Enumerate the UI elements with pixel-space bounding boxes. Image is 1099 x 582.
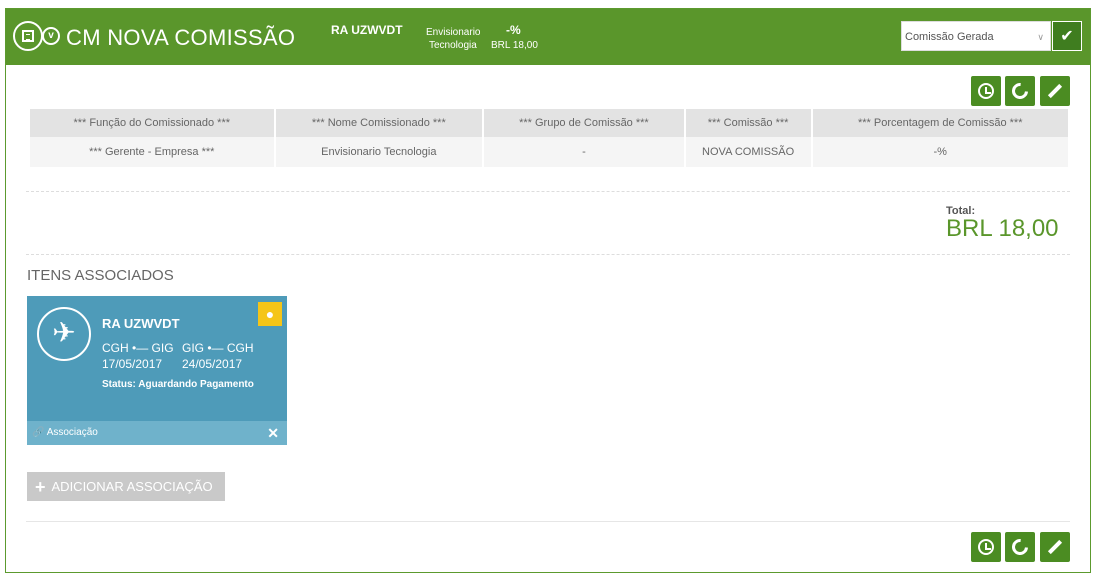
- table-cell: NOVA COMISSÃO: [685, 137, 811, 167]
- airplane-icon: ✈: [37, 307, 91, 361]
- close-icon[interactable]: ✕: [267, 421, 279, 445]
- outbound-date: 17/05/2017: [102, 357, 163, 371]
- commission-table: *** Função do Comissionado *** *** Nome …: [28, 109, 1070, 167]
- table-cell: -%: [812, 137, 1068, 167]
- refresh-icon: [1008, 535, 1032, 559]
- table-cell: *** Gerente - Empresa ***: [30, 137, 274, 167]
- refresh-icon: [1008, 79, 1032, 103]
- association-footer: 🔗 Associação ✕: [27, 421, 287, 445]
- edit-button[interactable]: [1040, 532, 1070, 562]
- add-association-button[interactable]: + ADICIONAR ASSOCIAÇÃO: [27, 472, 225, 501]
- table-row[interactable]: *** Gerente - Empresa *** Envisionario T…: [30, 137, 1068, 167]
- history-button[interactable]: [971, 76, 1001, 106]
- history-button[interactable]: [971, 532, 1001, 562]
- divider: [26, 521, 1070, 522]
- pencil-icon: [1047, 83, 1063, 98]
- item-status: Status: Aguardando Pagamento: [102, 379, 254, 390]
- double-check-icon: ✔: [1060, 28, 1074, 45]
- client-name-line1: Envisionario: [426, 27, 481, 38]
- header-bar: v CM NOVA COMISSÃO RA UZWVDT Envisionari…: [6, 9, 1090, 65]
- clock-icon: [978, 82, 994, 99]
- status-select-value: Comissão Gerada: [905, 31, 994, 43]
- return-date: 24/05/2017: [182, 357, 243, 371]
- associated-item-card[interactable]: ✈ ● RA UZWVDT CGH •— GIG 17/05/2017 GIG …: [27, 296, 287, 445]
- link-icon: 🔗: [32, 427, 45, 438]
- refresh-button[interactable]: [1005, 532, 1035, 562]
- section-title: ITENS ASSOCIADOS: [27, 267, 174, 284]
- page-title: CM NOVA COMISSÃO: [66, 25, 296, 50]
- add-association-label: ADICIONAR ASSOCIAÇÃO: [51, 479, 213, 494]
- divider: [26, 191, 1070, 192]
- item-code: RA UZWVDT: [102, 316, 180, 331]
- column-header: *** Grupo de Comissão ***: [484, 109, 684, 137]
- table-cell: Envisionario Tecnologia: [275, 137, 483, 167]
- table-header-row: *** Função do Comissionado *** *** Nome …: [30, 109, 1068, 137]
- confirm-status-button[interactable]: ✔: [1052, 21, 1082, 51]
- status-select[interactable]: Comissão Gerada ∨: [901, 21, 1051, 51]
- plus-icon: +: [35, 477, 46, 497]
- chevron-down-icon[interactable]: v: [42, 27, 60, 45]
- document-icon[interactable]: [13, 21, 43, 51]
- column-header: *** Função do Comissionado ***: [30, 109, 274, 137]
- header-amount: BRL 18,00: [491, 40, 538, 51]
- total-value: BRL 18,00: [946, 215, 1059, 242]
- divider: [26, 254, 1070, 255]
- clock-icon: [978, 538, 994, 555]
- header-percent: -%: [506, 23, 521, 37]
- edit-button[interactable]: [1040, 76, 1070, 106]
- outbound-route: CGH •— GIG: [102, 341, 174, 355]
- reservation-code: RA UZWVDT: [331, 23, 403, 37]
- commission-panel: v CM NOVA COMISSÃO RA UZWVDT Envisionari…: [5, 8, 1091, 573]
- column-header: *** Porcentagem de Comissão ***: [812, 109, 1068, 137]
- pencil-icon: [1047, 539, 1063, 554]
- table-cell: -: [484, 137, 684, 167]
- money-bag-icon[interactable]: ●: [258, 302, 282, 326]
- column-header: *** Comissão ***: [685, 109, 811, 137]
- column-header: *** Nome Comissionado ***: [275, 109, 483, 137]
- refresh-button[interactable]: [1005, 76, 1035, 106]
- association-label: Associação: [46, 427, 98, 438]
- client-name-line2: Tecnologia: [429, 40, 477, 51]
- return-route: GIG •— CGH: [182, 341, 254, 355]
- chevron-down-icon: ∨: [1037, 32, 1044, 42]
